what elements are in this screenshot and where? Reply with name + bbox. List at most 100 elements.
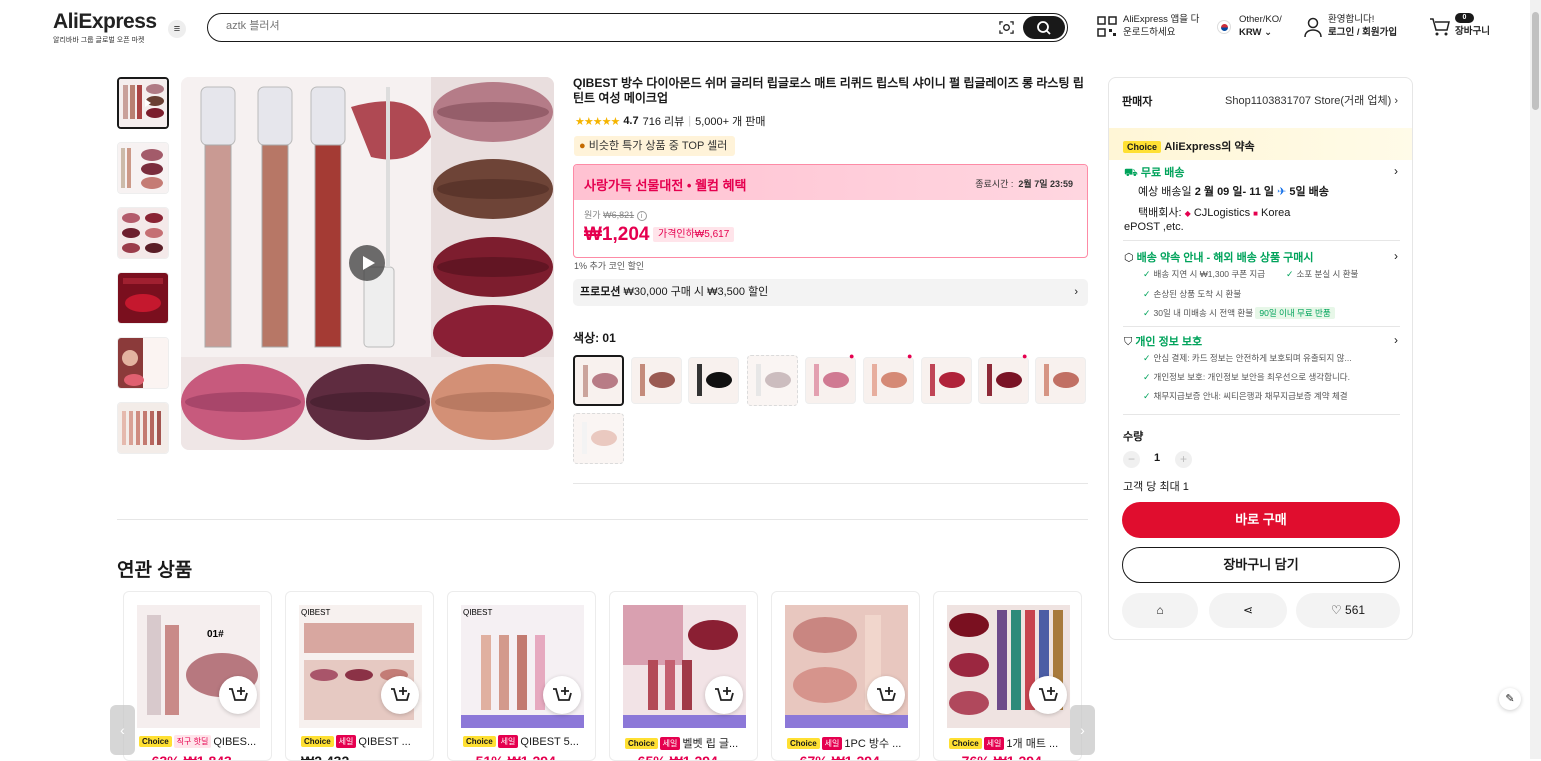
aliexpress-logo[interactable]: AliExpress 알리바바 그룹 글로벌 오픈 마켓 <box>53 10 157 45</box>
color-swatch-04-unavailable[interactable] <box>747 355 798 406</box>
color-swatch-10-unavailable[interactable] <box>573 413 624 464</box>
product-price: -65% ₩1,294 <box>633 753 718 761</box>
chevron-down-icon: ⌄ <box>1264 27 1273 38</box>
thumbnail-4[interactable] <box>117 272 169 324</box>
share-button[interactable]: ⋖ <box>1209 593 1287 628</box>
search-button[interactable] <box>1023 16 1065 39</box>
privacy-item-3: ✓ 채무지급보증 안내: 씨티은행과 채무지급보증 계약 체결 <box>1143 390 1348 402</box>
product-price: -76% ₩1,294 <box>957 753 1042 761</box>
choice-tag: Choice <box>463 736 496 747</box>
quantity-value[interactable]: 1 <box>1154 452 1160 464</box>
svg-text:01#: 01# <box>207 629 224 640</box>
chevron-right-icon: › <box>1074 286 1078 298</box>
sold-count: 5,000+ 개 판매 <box>695 116 766 128</box>
related-product-card[interactable]: Choice 세일 1PC 방수 ... -67% ₩1,294 <box>771 591 920 761</box>
search-bar <box>207 13 1068 42</box>
region-selector[interactable]: Other/KO/ KRW ⌄ <box>1239 13 1282 39</box>
free-shipping-row[interactable]: ⛟ 무료 배송 <box>1124 164 1184 181</box>
related-product-card[interactable]: 01# Choice 직구 핫딜 QIBES... -63% ₩1,843 <box>123 591 272 761</box>
product-name-row: Choice 세일 벨벳 립 글... <box>625 735 750 751</box>
hot-icon: ● <box>849 351 855 361</box>
page-scrollbar[interactable] <box>1530 0 1541 759</box>
privacy-row[interactable]: ⛉ 개인 정보 보호 <box>1124 333 1202 349</box>
delivery-guarantee-row[interactable]: ⬡ 배송 약속 안내 - 해외 배송 상품 구매시 <box>1124 249 1314 265</box>
discount-badge: 가격인하₩5,617 <box>653 227 735 242</box>
app-download-link[interactable]: AliExpress 앱을 다 운로드하세요 <box>1123 13 1199 39</box>
color-swatch-09[interactable] <box>1035 357 1086 404</box>
store-name: Shop1103831707 Store(거래 업체) <box>1225 95 1392 107</box>
buy-now-button[interactable]: 바로 구매 <box>1122 502 1400 538</box>
hot-icon: ● <box>907 351 913 361</box>
account-link[interactable]: 환영합니다! 로그인 / 회원가입 <box>1328 13 1397 39</box>
add-to-cart-icon[interactable] <box>705 676 743 714</box>
info-icon[interactable]: i <box>636 211 647 221</box>
rating-row: ★★★★★ 4.7 716 리뷰 | 5,000+ 개 판매 <box>575 113 766 129</box>
color-swatch-02[interactable] <box>631 357 682 404</box>
cart-count-badge: 0 <box>1455 13 1474 23</box>
thumbnail-1[interactable] <box>117 77 169 129</box>
product-name: 1개 매트 ... <box>1006 738 1059 750</box>
quantity-increase-button[interactable]: + <box>1175 451 1192 468</box>
add-to-cart-icon[interactable] <box>219 676 257 714</box>
add-to-cart-button[interactable]: 장바구니 담기 <box>1122 547 1400 583</box>
free-return-badge: 90일 이내 무료 반품 <box>1255 307 1335 319</box>
product-price: -63% ₩1,843 <box>147 753 232 761</box>
store-link[interactable]: Shop1103831707 Store(거래 업체) › <box>1225 92 1398 108</box>
color-swatch-05[interactable] <box>805 357 856 404</box>
guarantee-item-2-text: 소포 분실 시 환불 <box>1296 269 1359 279</box>
promotion-row[interactable]: 프로모션 ₩30,000 구매 시 ₩3,500 할인 › <box>573 279 1088 306</box>
quantity-decrease-button[interactable]: − <box>1123 451 1140 468</box>
rating-value: 4.7 <box>623 115 639 127</box>
thumbnail-6[interactable] <box>117 402 169 454</box>
free-shipping-label: 무료 배송 <box>1140 167 1185 179</box>
cj-logo-icon: ◆ <box>1184 209 1191 218</box>
cart-icon[interactable] <box>1429 17 1451 37</box>
menu-icon[interactable]: ≡ <box>168 20 186 38</box>
image-search-icon[interactable] <box>999 20 1014 35</box>
top-seller-text: 비슷한 특가 상품 중 TOP 셀러 <box>588 140 728 152</box>
add-to-cart-icon[interactable] <box>1029 676 1067 714</box>
shield-box-icon: ⬡ <box>1124 252 1134 264</box>
color-swatch-07[interactable] <box>921 357 972 404</box>
related-product-card[interactable]: Choice 세일 1개 매트 ... -76% ₩1,294 <box>933 591 1082 761</box>
choice-tag: Choice <box>301 736 334 747</box>
cart-label[interactable]: 장바구니 <box>1455 25 1490 38</box>
video-play-button[interactable] <box>349 245 385 281</box>
thumbnail-2[interactable] <box>117 142 169 194</box>
delivery-dates: 2 월 09 일- 11 일 <box>1194 186 1275 198</box>
seller-label: 판매자 <box>1122 96 1153 108</box>
add-to-cart-icon[interactable] <box>381 676 419 714</box>
carrier-cj: CJLogistics <box>1193 207 1251 219</box>
carousel-prev-button[interactable]: ‹ <box>110 705 135 755</box>
color-swatch-03[interactable] <box>688 357 739 404</box>
review-count[interactable]: 716 리뷰 <box>643 113 685 129</box>
edit-feedback-icon[interactable]: ✎ <box>1499 688 1521 710</box>
color-swatch-06[interactable] <box>863 357 914 404</box>
thumbnail-3[interactable] <box>117 207 169 259</box>
related-product-card[interactable]: QIBEST Choice 세일 QIBEST 5... -51% ₩1,294 <box>447 591 596 761</box>
color-swatch-08[interactable] <box>978 357 1029 404</box>
wishlist-button[interactable]: ♡ 561 <box>1296 593 1400 628</box>
add-to-cart-icon[interactable] <box>543 676 581 714</box>
app-download-line2: 운로드하세요 <box>1123 27 1176 38</box>
main-product-image[interactable] <box>181 77 554 450</box>
chevron-right-icon: › <box>1394 333 1398 347</box>
promotion-label: 프로모션 <box>580 286 621 298</box>
user-icon[interactable] <box>1303 17 1323 39</box>
login-signup-text: 로그인 / 회원가입 <box>1328 27 1398 38</box>
store-button[interactable]: ⌂ <box>1122 593 1198 628</box>
carrier-korea: Korea <box>1261 207 1291 219</box>
sale-banner: 사랑가득 선물대전 • 웰컴 혜택 종료시간 : 2월 7일 23:59 <box>574 165 1087 200</box>
add-to-cart-icon[interactable] <box>867 676 905 714</box>
original-label: 원가 <box>584 210 601 220</box>
color-swatch-01[interactable] <box>573 355 624 406</box>
thumbnail-5[interactable] <box>117 337 169 389</box>
promotion-text: ₩30,000 구매 시 ₩3,500 할인 <box>623 286 769 298</box>
search-input[interactable] <box>226 20 926 32</box>
coin-discount-note: 1% 추가 코인 할인 <box>574 261 645 271</box>
related-product-card[interactable]: Choice 세일 벨벳 립 글... -65% ₩1,294 <box>609 591 758 761</box>
scrollbar-thumb[interactable] <box>1532 12 1539 110</box>
related-product-card[interactable]: QIBEST Choice 세일 QIBEST ... ₩2,432 <box>285 591 434 761</box>
qr-code-icon[interactable] <box>1097 16 1117 38</box>
carousel-next-button[interactable]: › <box>1070 705 1095 755</box>
